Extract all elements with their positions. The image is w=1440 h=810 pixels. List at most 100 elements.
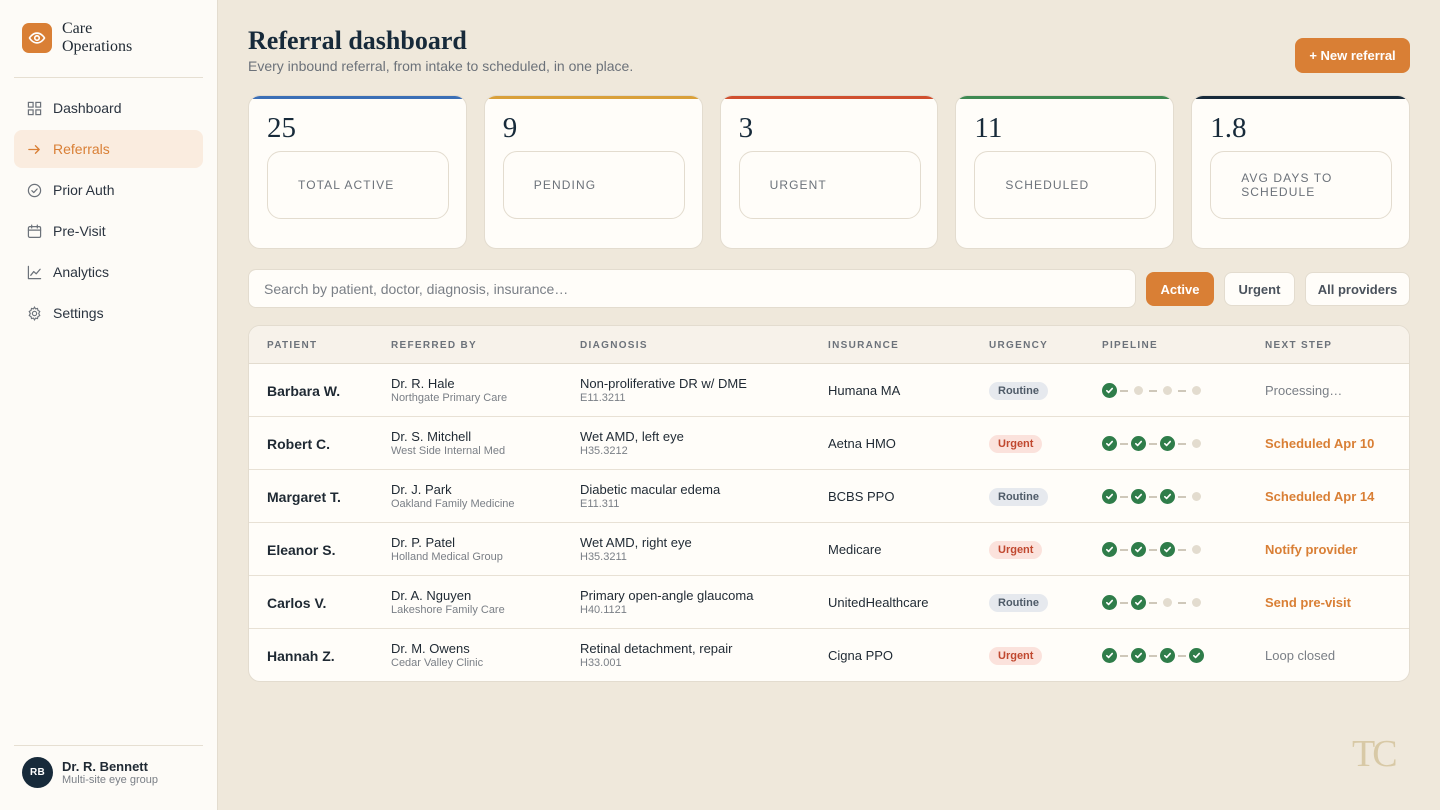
- urgency-badge: Routine: [989, 487, 1048, 506]
- user-subtitle: Multi-site eye group: [62, 773, 158, 786]
- next-step-label[interactable]: Send pre-visit: [1265, 595, 1351, 610]
- column-header[interactable]: URGENCY: [989, 340, 1048, 351]
- stat-card-pending: 9 PENDING: [483, 95, 703, 249]
- pipeline-step-done-icon: [1131, 595, 1146, 610]
- pipeline-connector: [1149, 548, 1157, 551]
- stat-label: AVG DAYS TO SCHEDULE: [1210, 151, 1393, 219]
- user-profile[interactable]: RB Dr. R. Bennett Multi-site eye group: [22, 757, 158, 788]
- next-step-label[interactable]: Notify provider: [1265, 542, 1357, 557]
- sidebar-item-dashboard[interactable]: Dashboard: [14, 89, 203, 127]
- stat-cards: 25 TOTAL ACTIVE 9 PENDING 3 URGENT 11 SC…: [248, 95, 1410, 249]
- pipeline-step-done-icon: [1131, 489, 1146, 504]
- insurance: Cigna PPO: [828, 648, 894, 663]
- stat-accent-bar: [1192, 96, 1409, 99]
- brand[interactable]: Care Operations: [22, 20, 152, 56]
- referred-by: Dr. J. Park Oakland Family Medicine: [391, 470, 515, 523]
- brand-name: Care Operations: [62, 20, 133, 55]
- filter-urgent[interactable]: Urgent: [1224, 272, 1295, 306]
- urgency: Urgent: [989, 523, 1043, 576]
- column-header[interactable]: REFERRED BY: [391, 340, 477, 351]
- pipeline-connector: [1178, 495, 1186, 498]
- urgency: Routine: [989, 364, 1048, 417]
- diagnosis: Wet AMD, left eye H35.3212: [580, 417, 684, 470]
- pipeline-steps: [1102, 542, 1204, 557]
- next-step-label[interactable]: Scheduled Apr 14: [1265, 489, 1374, 504]
- next-step: Scheduled Apr 10: [1265, 417, 1374, 470]
- patient-name[interactable]: Margaret T.: [267, 470, 341, 523]
- sidebar-item-analytics[interactable]: Analytics: [14, 253, 203, 291]
- urgency-badge: Urgent: [989, 646, 1043, 665]
- table-row[interactable]: Eleanor S. Dr. P. Patel Holland Medical Gr…: [249, 523, 1409, 576]
- pipeline-step-pending-icon: [1163, 598, 1172, 607]
- pipeline-step-done-icon: [1102, 542, 1117, 557]
- sidebar-item-settings[interactable]: Settings: [14, 294, 203, 332]
- table-row[interactable]: Carlos V. Dr. A. Nguyen Lakeshore Family C…: [249, 576, 1409, 629]
- table-row[interactable]: Robert C. Dr. S. Mitchell West Side Intern…: [249, 417, 1409, 470]
- diagnosis-name: Wet AMD, left eye: [580, 428, 684, 444]
- diagnosis: Retinal detachment, repair H33.001: [580, 629, 733, 681]
- new-referral-button[interactable]: + New referral: [1295, 38, 1410, 73]
- referring-doctor: Dr. A. Nguyen: [391, 587, 472, 603]
- eye-icon: [22, 23, 52, 53]
- diagnosis-name: Diabetic macular edema: [580, 481, 721, 497]
- search-input[interactable]: [248, 269, 1136, 308]
- check-circle-icon: [26, 182, 42, 198]
- pipeline-step-done-icon: [1102, 595, 1117, 610]
- insurance: Humana MA: [828, 383, 901, 398]
- column-header[interactable]: PIPELINE: [1102, 340, 1158, 351]
- diagnosis-name: Primary open-angle glaucoma: [580, 587, 754, 603]
- stat-card-urgent: 3 URGENT: [719, 95, 939, 249]
- stat-label: SCHEDULED: [974, 151, 1157, 219]
- pipeline-step-done-icon: [1160, 542, 1175, 557]
- sidebar-item-referrals[interactable]: Referrals: [14, 130, 203, 168]
- referring-practice: Oakland Family Medicine: [391, 497, 515, 510]
- filter-all-providers[interactable]: All providers: [1305, 272, 1410, 306]
- page-subtitle: Every inbound referral, from intake to s…: [248, 58, 634, 74]
- diagnosis-code: H35.3211: [580, 550, 627, 563]
- table-row[interactable]: Margaret T. Dr. J. Park Oakland Family Med…: [249, 470, 1409, 523]
- sidebar-item-label: Referrals: [53, 141, 110, 157]
- referring-practice: Northgate Primary Care: [391, 391, 508, 404]
- column-header[interactable]: INSURANCE: [828, 340, 899, 351]
- pipeline-step-pending-icon: [1192, 386, 1201, 395]
- filter-active[interactable]: Active: [1146, 272, 1214, 306]
- stat-card-avg-days: 1.8 AVG DAYS TO SCHEDULE: [1191, 95, 1410, 249]
- sidebar-item-pre-visit[interactable]: Pre-Visit: [14, 212, 203, 250]
- diagnosis-code: H33.001: [580, 656, 622, 669]
- pipeline: [1102, 470, 1204, 523]
- insurance: BCBS PPO: [828, 489, 895, 504]
- pipeline-step-done-icon: [1131, 436, 1146, 451]
- diagnosis: Primary open-angle glaucoma H40.1121: [580, 576, 753, 629]
- patient-name[interactable]: Barbara W.: [267, 364, 340, 417]
- diagnosis-name: Retinal detachment, repair: [580, 640, 733, 656]
- patient-name[interactable]: Robert C.: [267, 417, 330, 470]
- stat-accent-bar: [484, 96, 702, 99]
- patient-name[interactable]: Carlos V.: [267, 576, 326, 629]
- pipeline-step-done-icon: [1131, 542, 1146, 557]
- next-step: Notify provider: [1265, 523, 1357, 576]
- referring-doctor: Dr. S. Mitchell: [391, 428, 472, 444]
- column-header[interactable]: DIAGNOSIS: [580, 340, 648, 351]
- next-step: Send pre-visit: [1265, 576, 1351, 629]
- avatar: RB: [22, 757, 53, 788]
- table-row[interactable]: Hannah Z. Dr. M. Owens Cedar Valley Clinic…: [249, 629, 1409, 681]
- pipeline-connector: [1120, 654, 1128, 657]
- next-step-label: Loop closed: [1265, 648, 1336, 663]
- sidebar-item-prior-auth[interactable]: Prior Auth: [14, 171, 203, 209]
- column-header[interactable]: PATIENT: [267, 340, 317, 351]
- patient-name[interactable]: Hannah Z.: [267, 629, 335, 681]
- next-step-label[interactable]: Scheduled Apr 10: [1265, 436, 1374, 451]
- stat-accent-bar: [720, 96, 938, 99]
- table-header: PATIENT REFERRED BY DIAGNOSIS INSURANCE …: [249, 326, 1409, 364]
- sidebar-item-label: Settings: [53, 305, 104, 321]
- pipeline-steps: [1102, 436, 1204, 451]
- table-row[interactable]: Barbara W. Dr. R. Hale Northgate Primary C…: [249, 364, 1409, 417]
- urgency: Routine: [989, 576, 1048, 629]
- column-header[interactable]: NEXT STEP: [1265, 340, 1332, 351]
- pipeline-connector: [1178, 442, 1186, 445]
- pipeline-connector: [1149, 601, 1157, 604]
- referred-by: Dr. P. Patel Holland Medical Group: [391, 523, 503, 576]
- pipeline-step-pending-icon: [1163, 386, 1172, 395]
- patient-name[interactable]: Eleanor S.: [267, 523, 335, 576]
- stat-accent-bar: [956, 96, 1174, 99]
